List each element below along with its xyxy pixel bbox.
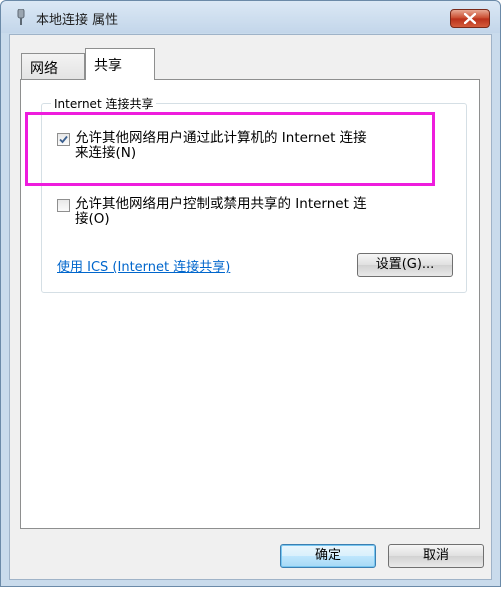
allow-control-label[interactable]: 允许其他网络用户控制或禁用共享的 Internet 连 接(O) [75,197,367,227]
allow-connect-line2: 来连接(N) [75,145,137,161]
ok-button[interactable]: 确定 [280,544,376,568]
ics-help-link[interactable]: 使用 ICS (Internet 连接共享) [57,256,230,275]
tab-sharing[interactable]: 共享 [85,48,155,80]
properties-window: 本地连接 属性 网络 共享 Internet 连接共享 允许其他网络用户通过此计… [0,0,501,587]
title-bar[interactable]: 本地连接 属性 [1,1,500,33]
sharing-tab-panel: Internet 连接共享 允许其他网络用户通过此计算机的 Internet 连… [20,79,480,529]
ics-groupbox: Internet 连接共享 允许其他网络用户通过此计算机的 Internet 连… [25,95,467,293]
cancel-button[interactable]: 取消 [388,544,484,568]
allow-control-line2: 接(O) [75,211,110,227]
close-icon [464,13,476,24]
checkmark-icon [59,135,68,144]
close-button[interactable] [450,9,490,28]
allow-connect-checkbox[interactable] [57,133,70,146]
allow-control-line1: 允许其他网络用户控制或禁用共享的 Internet 连 [75,196,367,212]
settings-button[interactable]: 设置(G)... [357,253,453,277]
ics-group-label: Internet 连接共享 [51,95,157,112]
tab-network-label: 网络 [30,61,58,77]
window-title: 本地连接 属性 [36,13,119,28]
network-connection-icon [17,9,25,25]
tab-network[interactable]: 网络 [21,53,85,79]
allow-connect-label[interactable]: 允许其他网络用户通过此计算机的 Internet 连接 来连接(N) [75,131,367,161]
dialog-client-area: 网络 共享 Internet 连接共享 允许其他网络用户通过此计算机的 Inte… [9,34,492,580]
tab-sharing-label: 共享 [94,58,122,74]
allow-connect-line1: 允许其他网络用户通过此计算机的 Internet 连接 [75,130,367,146]
allow-control-checkbox[interactable] [57,199,70,212]
